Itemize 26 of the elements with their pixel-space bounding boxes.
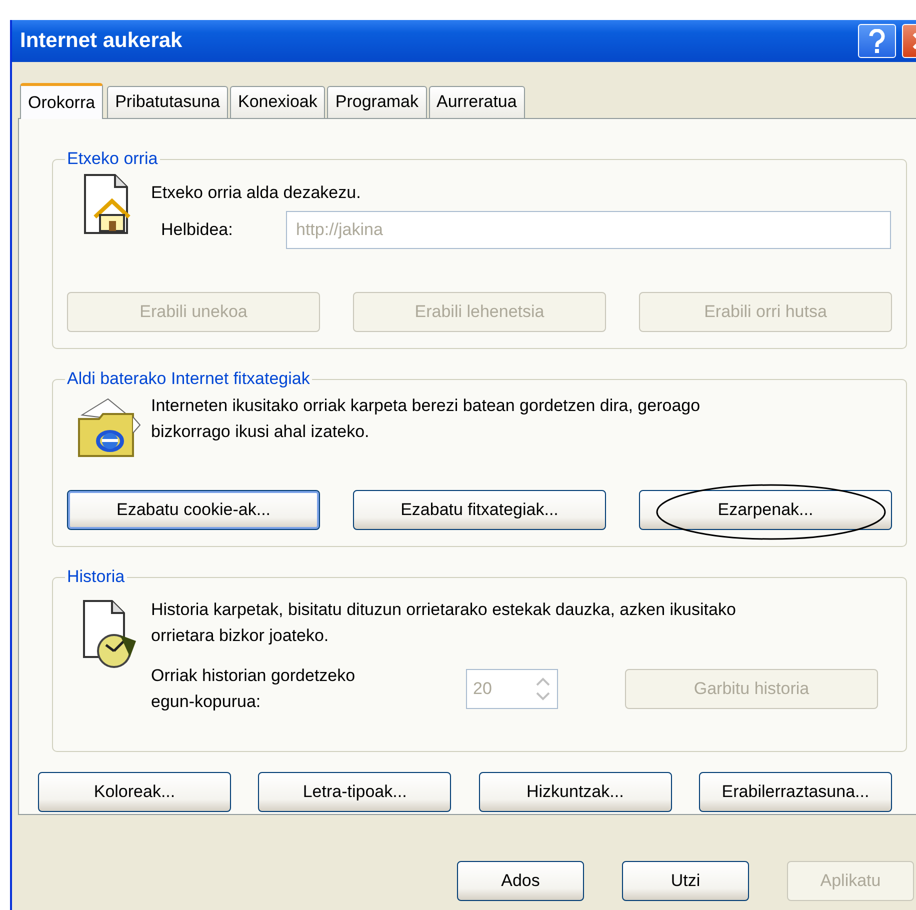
group-title: Etxeko orria	[66, 149, 159, 169]
push-button[interactable]: Ezarpenak...	[639, 490, 892, 530]
help-icon	[868, 29, 886, 53]
group-title: Historia	[66, 567, 126, 587]
push-button[interactable]: Utzi	[622, 861, 749, 901]
history-clock-icon	[80, 599, 138, 669]
push-button[interactable]: Ezabatu fitxategiak...	[353, 490, 606, 530]
push-button[interactable]: Letra-tipoak...	[258, 772, 452, 812]
group-title: Aldi baterako Internet fitxategiak	[66, 369, 311, 389]
tab[interactable]: Programak	[327, 86, 427, 118]
tab[interactable]: Aurreratua	[428, 86, 525, 118]
push-button[interactable]: Ezabatu cookie-ak...	[67, 490, 320, 530]
tab[interactable]: Orokorra	[20, 83, 104, 119]
push-button[interactable]: Koloreak...	[38, 772, 231, 812]
tab[interactable]: Konexioak	[230, 86, 326, 118]
window-title: Internet aukerak	[20, 29, 182, 53]
push-button[interactable]: Hizkuntzak...	[478, 772, 672, 812]
tab[interactable]: Pribatutasuna	[107, 86, 228, 118]
description-text: Etxeko orria alda dezakezu.	[151, 183, 361, 203]
description-text: Historia karpetak, bisitatu dituzun orrietarako estekak dauzka, azken ikusitako orrietara bizkor joateko.	[151, 599, 737, 647]
help-button[interactable]	[858, 24, 896, 58]
description-text: Interneten ikusitako orriak karpeta berezi batean gordetzen dira, geroago bizkorrago ikusi ahal izateko.	[151, 395, 702, 443]
field-label: Orriak historian gordetzeko egun-kopurua:	[151, 665, 356, 713]
push-button[interactable]: Erabilerraztasuna...	[698, 772, 892, 812]
field-label: Helbidea:	[160, 220, 234, 240]
push-button[interactable]: Ados	[457, 861, 584, 901]
